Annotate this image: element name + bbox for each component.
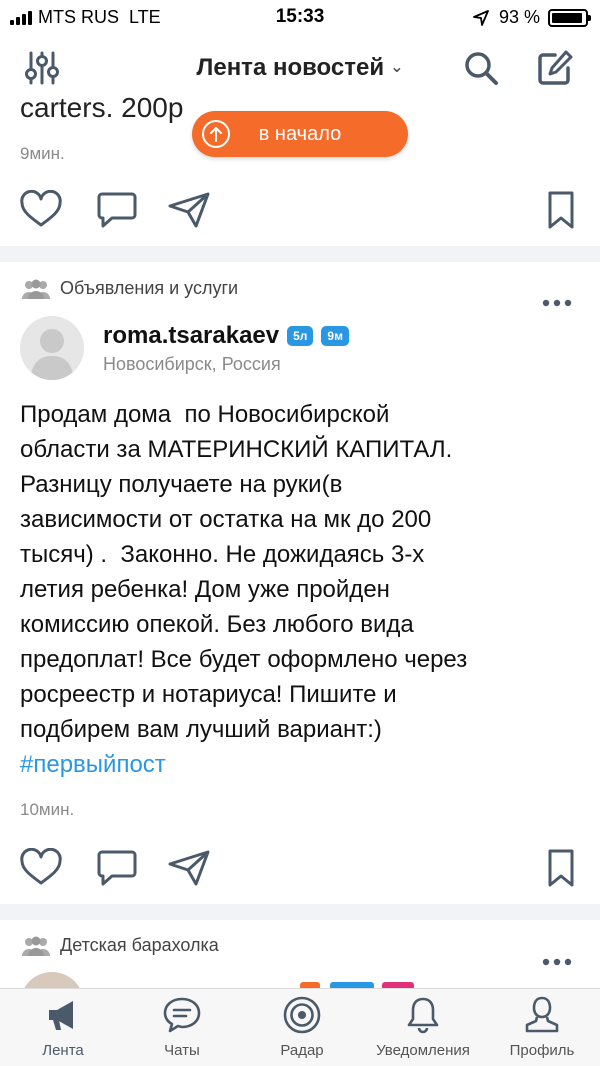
chevron-down-icon: ⌄ xyxy=(390,59,404,76)
battery-icon xyxy=(548,8,591,27)
battery-fill xyxy=(552,12,582,23)
post-text-line: Разницу получаете на руки(в xyxy=(20,471,343,498)
post-text: Продам дома по Новосибирской области за М… xyxy=(20,397,590,747)
profile-icon xyxy=(525,996,559,1033)
community-name: Детская барахолка xyxy=(60,935,219,955)
post-text-line: предоплат! Все будет оформлено через xyxy=(20,646,468,673)
like-icon[interactable] xyxy=(20,190,62,230)
comment-icon[interactable] xyxy=(96,190,138,230)
comment-icon[interactable] xyxy=(96,848,138,888)
bookmark-icon[interactable] xyxy=(540,848,582,888)
author-location: Новосибирск, Россия xyxy=(103,354,281,374)
badge-years: 5л xyxy=(287,326,314,346)
previous-post-actions xyxy=(20,190,580,230)
post-body: Продам дома по Новосибирской области за М… xyxy=(20,397,590,782)
page-title: Лента новостей xyxy=(196,54,385,81)
post-text-line: зависимости от остатка на мк до 200 xyxy=(20,506,432,533)
post-text-line: подбирем вам лучший вариант:) xyxy=(20,716,382,743)
share-icon[interactable] xyxy=(168,190,210,230)
post-text-line: комиссию опекой. Без любого вида xyxy=(20,611,414,638)
bookmark-icon[interactable] xyxy=(540,190,582,230)
tab-bar: Лента Чаты Радар Уведомления Профиль xyxy=(0,988,600,1066)
arrow-up-icon xyxy=(202,120,230,148)
avatar[interactable] xyxy=(20,316,84,380)
tab-label: Чаты xyxy=(164,1042,200,1059)
tab-label: Профиль xyxy=(509,1042,575,1059)
community-icon xyxy=(22,936,50,956)
tab-label: Лента xyxy=(42,1042,84,1059)
radar-icon xyxy=(283,996,321,1034)
post-text-line: летия ребенка! Дом уже пройден xyxy=(20,576,390,603)
tab-label: Радар xyxy=(280,1042,324,1059)
status-right: 93 % xyxy=(473,7,591,28)
post-text-line: области за МАТЕРИНСКИЙ КАПИТАЛ. xyxy=(20,436,453,463)
tab-profile[interactable]: Профиль xyxy=(482,995,600,1065)
tab-radar[interactable]: Радар xyxy=(242,995,362,1065)
scroll-to-top-button[interactable]: в начало xyxy=(192,111,408,157)
feed-divider xyxy=(0,904,600,920)
like-icon[interactable] xyxy=(20,848,62,888)
post-text-line: росреестр и нотариуса! Пишите и xyxy=(20,681,397,708)
scroll-to-top-label: в начало xyxy=(258,122,342,145)
avatar-placeholder-icon xyxy=(30,329,74,380)
badge-months: 9м xyxy=(321,326,349,346)
tab-notifications[interactable]: Уведомления xyxy=(363,995,483,1065)
share-icon[interactable] xyxy=(168,848,210,888)
tab-chats[interactable]: Чаты xyxy=(122,995,242,1065)
community-name: Объявления и услуги xyxy=(60,278,239,298)
previous-post-text: carters. 200р xyxy=(20,92,184,123)
search-icon[interactable] xyxy=(461,48,501,88)
hashtag-link[interactable]: #первыйпост xyxy=(20,747,590,782)
tab-label: Уведомления xyxy=(376,1042,470,1059)
chat-icon xyxy=(163,997,201,1033)
author-name[interactable]: roma.tsarakaev xyxy=(103,322,279,350)
previous-post-time: 9мин. xyxy=(20,144,65,163)
location-arrow-icon xyxy=(473,9,489,26)
more-options-icon[interactable] xyxy=(542,957,572,967)
community-icon xyxy=(22,279,50,299)
megaphone-icon xyxy=(49,1001,73,1030)
post-text-line: Продам дома по Новосибирской xyxy=(20,401,390,428)
more-options-icon[interactable] xyxy=(542,298,572,308)
post-actions xyxy=(20,848,580,888)
community-link[interactable]: Детская барахолка xyxy=(20,935,219,956)
post-time: 10мин. xyxy=(20,800,75,819)
author-row: roma.tsarakaev 5л 9м xyxy=(103,322,349,350)
tab-feed[interactable]: Лента xyxy=(3,995,123,1065)
battery-percent: 93 % xyxy=(498,7,540,27)
status-bar: MTS RUS LTE 15:33 93 % xyxy=(0,0,600,34)
community-link[interactable]: Объявления и услуги xyxy=(20,278,238,299)
compose-icon[interactable] xyxy=(535,48,575,88)
feed-title-dropdown[interactable]: Лента новостей ⌄ xyxy=(0,54,600,82)
feed-divider xyxy=(0,246,600,262)
bell-icon xyxy=(407,997,439,1034)
post-text-line: тысяч) . Законно. Не дожидаясь 3-х xyxy=(20,541,425,568)
